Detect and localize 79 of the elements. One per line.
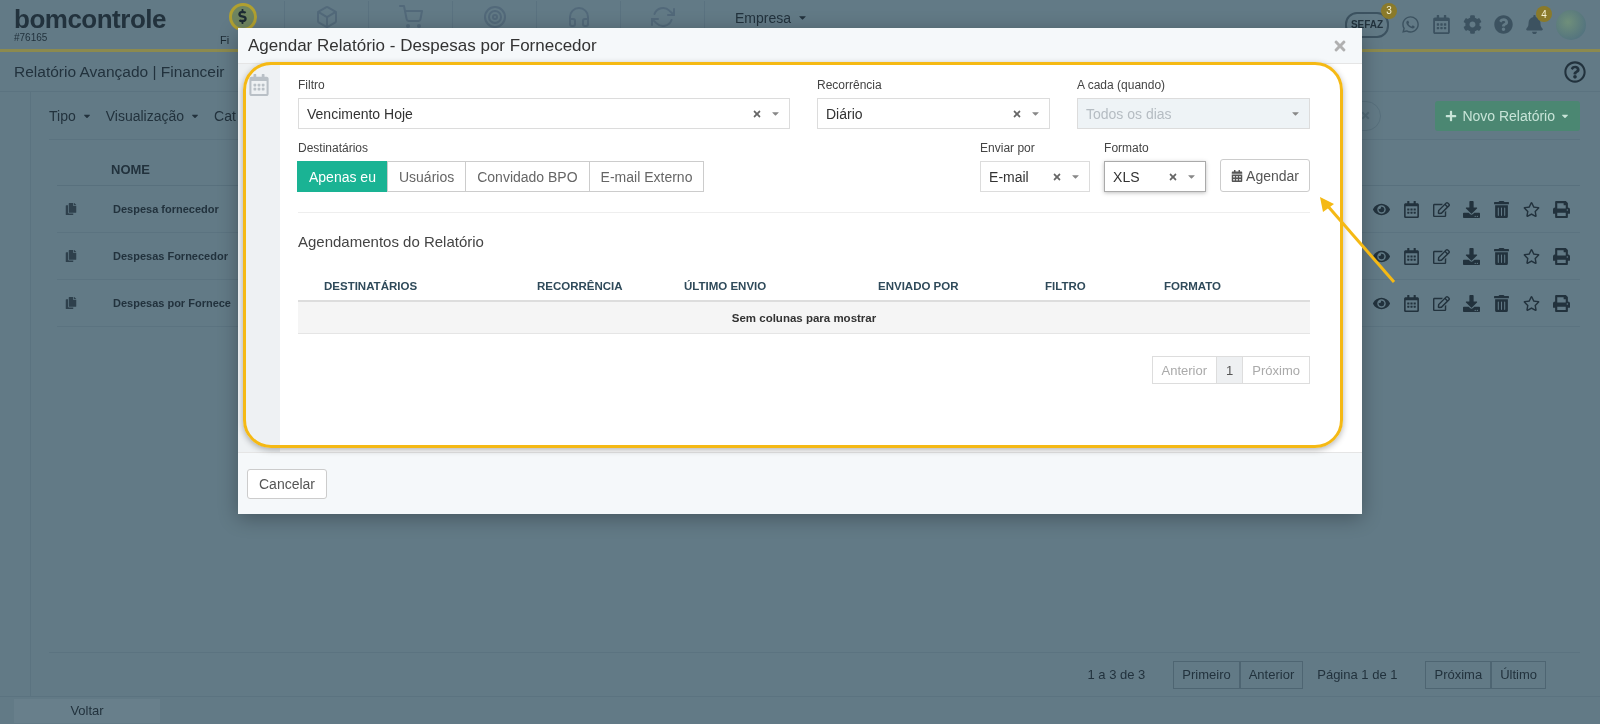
report-name[interactable]: Despesas Fornecedor	[113, 250, 228, 262]
close-icon	[1359, 110, 1371, 121]
select-field[interactable]: Vencimento Hoje	[298, 98, 790, 129]
trash-icon[interactable]	[1493, 247, 1510, 265]
next-button[interactable]: Próximo	[1242, 356, 1310, 384]
account-number: #76165	[14, 32, 49, 43]
dollar-icon	[228, 2, 257, 31]
page-title: Relatório Avançado | Financeir	[14, 62, 225, 81]
print-icon[interactable]	[1553, 200, 1570, 218]
filter-dropdown[interactable]: Tipo	[49, 107, 92, 124]
section-title: Agendamentos do Relatório	[298, 233, 485, 250]
page-button[interactable]: Anterior	[1239, 660, 1304, 689]
column-header: NOME	[111, 162, 150, 177]
previous-button[interactable]: Anterior	[1151, 356, 1218, 384]
cart-icon	[396, 2, 425, 31]
copy-icon[interactable]	[65, 297, 77, 309]
edit-icon[interactable]	[1433, 200, 1450, 218]
notification-badge: 4	[1536, 6, 1552, 22]
whatsapp-icon[interactable]	[1401, 15, 1420, 34]
calendar-icon[interactable]	[1403, 294, 1420, 312]
print-icon[interactable]	[1553, 247, 1570, 265]
new-report-button[interactable]: Novo Relatório	[1435, 100, 1580, 131]
star-icon[interactable]	[1523, 247, 1540, 265]
field-label: A cada (quando)	[1077, 78, 1167, 92]
trash-icon[interactable]	[1493, 294, 1510, 312]
cancel-button[interactable]: Cancelar	[247, 468, 328, 499]
download-icon[interactable]	[1463, 294, 1480, 312]
calendar-icon[interactable]	[1403, 200, 1420, 218]
edit-icon[interactable]	[1433, 247, 1450, 265]
count-badge: 3	[1381, 2, 1397, 19]
clear-icon	[1012, 108, 1022, 119]
logo: bomcontrole	[14, 6, 167, 32]
print-icon[interactable]	[1553, 294, 1570, 312]
recipient-option[interactable]: Usuários	[386, 161, 467, 192]
settings-icon[interactable]	[1463, 15, 1482, 34]
page-indicator: Página 1 de 1	[1317, 667, 1398, 682]
results-count: 1 a 3 de 3	[1087, 667, 1146, 682]
download-icon[interactable]	[1463, 200, 1480, 218]
recipient-option[interactable]: Convidado BPO	[465, 161, 590, 192]
calendar-icon	[1231, 169, 1244, 182]
recipient-option[interactable]: E-mail Externo	[588, 161, 705, 192]
calendar-icon	[248, 74, 270, 98]
download-icon[interactable]	[1463, 247, 1480, 265]
calendar-icon[interactable]	[1432, 15, 1451, 34]
help-icon[interactable]	[1494, 15, 1513, 34]
trash-icon[interactable]	[1493, 200, 1510, 218]
select-field[interactable]: E-mail	[980, 161, 1091, 192]
star-icon[interactable]	[1523, 294, 1540, 312]
field-label: Recorrência	[817, 78, 883, 92]
star-icon[interactable]	[1523, 200, 1540, 218]
page-button[interactable]: Último	[1491, 660, 1546, 689]
clear-icon	[1168, 171, 1179, 182]
copy-icon[interactable]	[65, 203, 77, 215]
recipient-option[interactable]: Apenas eu	[297, 161, 388, 192]
page-button[interactable]: 1	[1216, 356, 1244, 384]
filter-dropdown[interactable]: Cat	[214, 107, 236, 124]
schedule-button[interactable]: Agendar	[1220, 159, 1310, 192]
filter-dropdown[interactable]: Visualização	[105, 107, 201, 124]
help-icon[interactable]	[1564, 60, 1586, 83]
field-label: Enviar por	[980, 141, 1036, 155]
clear-icon	[752, 108, 762, 119]
company-menu[interactable]: Empresa	[735, 9, 809, 26]
field-label: Filtro	[298, 78, 326, 92]
copy-icon[interactable]	[65, 250, 77, 262]
plus-icon	[1445, 109, 1458, 122]
edit-icon[interactable]	[1433, 294, 1450, 312]
calendar-icon[interactable]	[1403, 247, 1420, 265]
back-button[interactable]: Voltar	[14, 698, 160, 723]
empty-message: Sem colunas para mostrar	[298, 302, 1310, 334]
field-label: Destinatários	[298, 141, 370, 155]
select-field[interactable]: XLS	[1104, 161, 1207, 192]
report-name[interactable]: Despesa fornecedor	[113, 203, 219, 215]
clear-icon	[1052, 171, 1063, 182]
page-button[interactable]: Próxima	[1425, 660, 1492, 689]
nav-label: Fi	[219, 33, 230, 46]
page-button[interactable]: Primeiro	[1173, 660, 1240, 689]
select-field[interactable]: Diário	[817, 98, 1050, 129]
report-name[interactable]: Despesas por Fornece	[113, 297, 231, 309]
field-label: Formato	[1104, 141, 1150, 155]
